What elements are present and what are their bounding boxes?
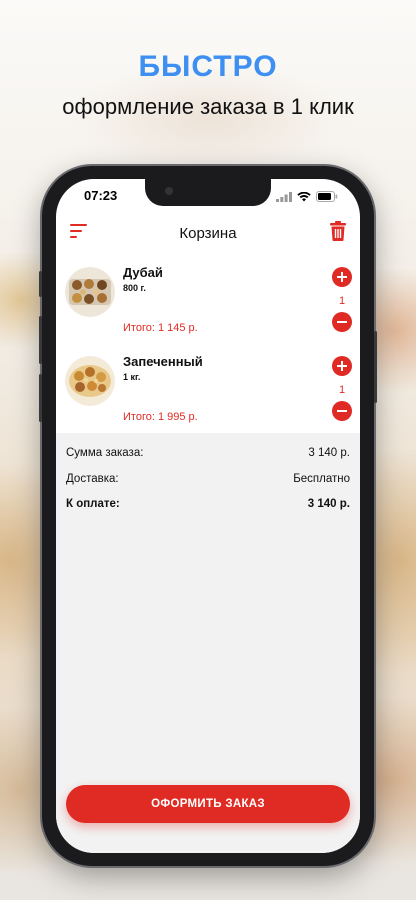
increase-quantity-button[interactable] — [332, 267, 352, 287]
subtotal-row: Сумма заказа: 3 140 р. — [66, 447, 350, 459]
delivery-row: Доставка: Бесплатно — [66, 473, 350, 485]
minus-icon — [337, 321, 347, 323]
payable-value: 3 140 р. — [307, 498, 350, 510]
decrease-quantity-button[interactable] — [332, 312, 352, 332]
menu-lines-icon[interactable] — [70, 222, 88, 240]
delivery-value: Бесплатно — [293, 473, 350, 485]
checkout-button[interactable]: ОФОРМИТЬ ЗАКАЗ — [66, 785, 350, 823]
increase-quantity-button[interactable] — [332, 356, 352, 376]
payable-label: К оплате: — [66, 498, 120, 510]
product-image — [65, 356, 115, 406]
page-title: Корзина — [179, 224, 237, 242]
item-name: Дубай — [123, 265, 163, 280]
plus-icon — [337, 272, 347, 282]
decrease-quantity-button[interactable] — [332, 401, 352, 421]
item-weight: 1 кг. — [123, 372, 141, 382]
signal-icon — [276, 189, 292, 207]
item-total: Итого: 1 995 р. — [123, 411, 198, 423]
minus-icon — [337, 410, 347, 412]
wifi-icon — [297, 189, 311, 207]
volume-down-key — [39, 374, 42, 422]
camera-icon — [165, 187, 173, 195]
battery-icon — [316, 189, 338, 207]
mute-switch — [39, 271, 42, 297]
item-total: Итого: 1 145 р. — [123, 322, 198, 334]
item-quantity: 1 — [338, 384, 346, 396]
notch — [145, 179, 271, 206]
plus-icon — [337, 361, 347, 371]
power-key — [374, 331, 377, 403]
product-image — [65, 267, 115, 317]
trash-icon[interactable] — [330, 221, 346, 241]
cart-item: Запеченный 1 кг. Итого: 1 995 р. 1 — [56, 346, 360, 428]
volume-up-key — [39, 316, 42, 364]
cart-item: Дубай 800 г. Итого: 1 145 р. 1 — [56, 257, 360, 339]
subtotal-value: 3 140 р. — [308, 447, 350, 459]
payable-row: К оплате: 3 140 р. — [66, 498, 350, 510]
delivery-label: Доставка: — [66, 473, 119, 485]
promo-subline: оформление заказа в 1 клик — [62, 94, 354, 119]
item-weight: 800 г. — [123, 283, 146, 293]
subtotal-label: Сумма заказа: — [66, 447, 144, 459]
promo-headline: БЫСТРО — [138, 50, 278, 83]
status-time: 07:23 — [84, 188, 118, 203]
cart-header: Корзина — [56, 211, 360, 255]
status-icons — [276, 189, 338, 207]
app-screen: 07:23 Корзина Дубай 800 г. Итого: 1 145 … — [56, 179, 360, 853]
phone-frame: 07:23 Корзина Дубай 800 г. Итого: 1 145 … — [39, 166, 377, 866]
item-quantity: 1 — [338, 295, 346, 307]
item-name: Запеченный — [123, 354, 203, 369]
